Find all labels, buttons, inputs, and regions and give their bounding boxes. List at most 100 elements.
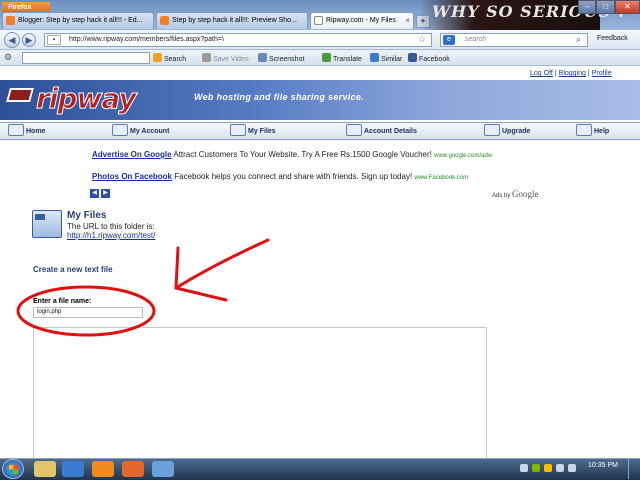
window-controls: – □ ✕ xyxy=(578,0,640,14)
toolbar-facebook-button[interactable]: Facebook xyxy=(408,53,450,63)
taskbar-clock[interactable]: 10:35 PM xyxy=(588,462,618,469)
create-file-heading: Create a new text file xyxy=(33,265,113,274)
ad-title-link[interactable]: Advertise On Google xyxy=(92,150,172,159)
ad-next-button[interactable]: ▶ xyxy=(101,189,110,198)
search-input[interactable]: search xyxy=(440,33,588,47)
toolbar-facebook-label: Facebook xyxy=(419,56,450,63)
tab-ripway-my-files[interactable]: Ripway.com - My Files × xyxy=(310,12,414,29)
menu-account-details[interactable]: Account Details xyxy=(346,124,417,136)
camera-icon xyxy=(258,53,267,62)
page-favicon-icon xyxy=(314,16,323,25)
ripway-logo-mark-icon xyxy=(6,88,34,102)
tray-flag-icon[interactable] xyxy=(544,464,552,472)
page-title: My Files xyxy=(67,210,107,221)
annotation-arrowhead-bottom xyxy=(174,286,228,302)
account-icon xyxy=(112,124,128,136)
start-button[interactable] xyxy=(2,459,24,479)
site-identity-icon[interactable]: ▪ xyxy=(47,35,61,45)
tray-app-icon[interactable] xyxy=(520,464,528,472)
toolbar-translate-label: Translate xyxy=(333,56,362,63)
toolbar-search-label: Search xyxy=(164,56,187,63)
home-icon xyxy=(8,124,24,136)
filename-input[interactable]: login.php xyxy=(33,307,143,318)
ad-title-link[interactable]: Photos On Facebook xyxy=(92,172,172,181)
menu-help[interactable]: Help xyxy=(576,124,609,136)
account-links: Log Off | Blogging | Profile xyxy=(530,70,612,77)
blogging-link[interactable]: Blogging xyxy=(559,70,586,77)
details-icon xyxy=(346,124,362,136)
ad-google: Advertise On Google Attract Customers To… xyxy=(92,150,492,159)
feedback-button[interactable]: Feedback xyxy=(594,33,631,44)
ads-by-label: Ads by xyxy=(492,193,511,199)
bookmark-star-icon[interactable]: ☆ xyxy=(418,34,426,45)
menu-home[interactable]: Home xyxy=(8,124,45,136)
ad-text: Attract Customers To Your Website. Try A… xyxy=(173,150,432,159)
toolbar-save-video-button[interactable]: Save Video xyxy=(202,53,249,63)
files-icon xyxy=(230,124,246,136)
forward-button[interactable]: ▶ xyxy=(22,33,36,47)
main-menu xyxy=(0,122,640,140)
ripway-logo[interactable]: ripway xyxy=(36,82,138,116)
menu-label: Account Details xyxy=(364,128,417,135)
vlc-icon[interactable] xyxy=(92,461,114,477)
maximize-button[interactable]: □ xyxy=(596,0,615,14)
toolbar-similar-button[interactable]: Similar xyxy=(370,53,402,63)
annotation-arrowhead-top xyxy=(174,246,180,290)
menu-my-account[interactable]: My Account xyxy=(112,124,169,136)
menu-label: Home xyxy=(26,128,46,135)
ad-url[interactable]: www.Facebook.com xyxy=(414,175,468,181)
blogger-favicon-icon xyxy=(6,16,15,25)
folder-url-link[interactable]: http://h1.ripway.com/test/ xyxy=(67,231,155,240)
volume-icon[interactable] xyxy=(568,464,576,472)
ad-text: Facebook helps you connect and share wit… xyxy=(174,172,413,181)
upgrade-icon xyxy=(484,124,500,136)
similar-icon xyxy=(370,53,379,62)
blogger-favicon-icon xyxy=(160,16,169,25)
menu-my-files[interactable]: My Files xyxy=(230,124,276,136)
menu-upgrade[interactable]: Upgrade xyxy=(484,124,530,136)
ad-prev-button[interactable]: ◀ xyxy=(90,189,99,198)
search-icon[interactable]: ⌕ xyxy=(576,34,581,45)
minimize-button[interactable]: – xyxy=(578,0,597,14)
ads-by-google[interactable]: Ads by Google xyxy=(492,189,539,199)
ad-url[interactable]: www.google.com/adw xyxy=(434,153,492,159)
firefox-taskbar-icon[interactable] xyxy=(122,461,144,477)
toolbar-menu-icon[interactable]: ⚙ xyxy=(4,52,18,64)
tray-app-icon[interactable] xyxy=(532,464,540,472)
menu-label: My Files xyxy=(248,128,276,135)
site-tagline: Web hosting and file sharing service. xyxy=(194,92,364,102)
toolbar-save-video-label: Save Video xyxy=(213,56,249,63)
close-window-button[interactable]: ✕ xyxy=(614,0,640,14)
my-files-folder-icon xyxy=(32,210,62,238)
file-content-textarea[interactable] xyxy=(33,327,487,467)
tab-blogger-edit[interactable]: Blogger: Step by step hack it all!!! - E… xyxy=(2,12,154,29)
annotation-arrow xyxy=(174,238,270,290)
filename-label: Enter a file name: xyxy=(33,298,92,305)
profile-link[interactable]: Profile xyxy=(592,70,612,77)
translate-icon xyxy=(322,53,331,62)
toolbar-similar-label: Similar xyxy=(381,56,403,63)
search-engine-icon xyxy=(153,53,162,62)
show-desktop-button[interactable] xyxy=(628,459,638,479)
paint-icon[interactable] xyxy=(152,461,174,477)
tab-label: Ripway.com - My Files xyxy=(326,17,396,24)
network-icon[interactable] xyxy=(556,464,564,472)
toolbar-screenshot-button[interactable]: Screenshot xyxy=(258,53,304,63)
toolbar-search-button[interactable]: Search xyxy=(153,53,186,63)
explorer-icon[interactable] xyxy=(34,461,56,477)
toolbar-translate-button[interactable]: Translate xyxy=(322,53,362,63)
close-tab-icon[interactable]: × xyxy=(405,16,410,25)
menu-label: My Account xyxy=(130,128,170,135)
folder-url-description: The URL to this folder is: xyxy=(67,222,155,231)
logoff-link[interactable]: Log Off xyxy=(530,70,553,77)
media-player-icon[interactable] xyxy=(62,461,84,477)
address-bar[interactable]: http://www.ripway.com/members/files.aspx… xyxy=(44,33,432,47)
ad-facebook: Photos On Facebook Facebook helps you co… xyxy=(92,172,468,181)
video-icon xyxy=(202,53,211,62)
facebook-icon xyxy=(408,53,417,62)
back-button[interactable]: ◀ xyxy=(4,32,20,48)
search-engine-icon[interactable]: e xyxy=(443,35,455,45)
toolbar-search-input[interactable] xyxy=(22,52,150,64)
tab-blogger-preview[interactable]: Step by step hack it all!!!: Preview Sho… xyxy=(156,12,308,29)
help-icon xyxy=(576,124,592,136)
